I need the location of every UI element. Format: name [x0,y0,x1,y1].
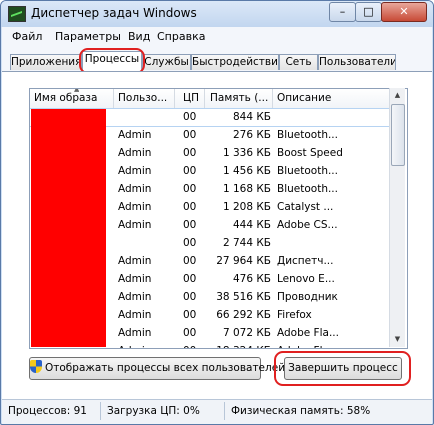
cell-user: Admin [118,309,152,321]
end-process-highlight-annotation [274,351,411,386]
cell-memory: 27 964 КБ [216,255,271,267]
sort-arrow-icon: ▲ [74,88,80,93]
cell-memory: 444 КБ [232,219,271,231]
cell-memory: 844 КБ [232,111,271,123]
uac-shield-icon [30,360,42,373]
status-processes: Процессов: 91 [8,405,87,417]
tab-network[interactable]: Сеть [279,54,318,70]
cell-description: Проводник [277,291,338,303]
cell-cpu: 00 [183,255,197,267]
cell-cpu: 00 [183,147,197,159]
window-title: Диспетчер задач Windows [31,6,197,20]
menu-file[interactable]: Файл [12,30,42,43]
menu-bar: Файл Параметры Вид Справка [2,27,432,46]
task-manager-window: Диспетчер задач Windows – □ ✕ Файл Парам… [0,0,434,425]
cell-cpu: 00 [183,183,197,195]
cell-memory: 1 168 КБ [222,183,271,195]
cell-memory: 66 292 КБ [216,309,271,321]
show-all-processes-label: Отображать процессы всех пользователей [45,362,286,374]
scroll-up-arrow-icon[interactable]: ▲ [390,88,405,103]
maximize-button[interactable]: □ [355,2,382,22]
cell-user: Admin [118,129,152,141]
cell-user: Admin [118,165,152,177]
cell-cpu: 00 [183,237,197,249]
close-button[interactable]: ✕ [381,2,427,22]
cell-description: Adobe CS... [277,219,338,231]
cell-cpu: 00 [183,291,197,303]
cell-user: Admin [118,327,152,339]
cell-description: Adobe Fla... [277,327,339,339]
cell-description: Bluetooth... [277,183,338,195]
task-manager-icon [8,6,26,22]
cell-cpu: 00 [183,111,197,123]
cell-user: Admin [118,201,152,213]
cell-cpu: 00 [183,129,197,141]
tab-strip: Приложения Процессы Службы Быстродействи… [2,46,432,72]
cell-user: Admin [118,219,152,231]
cell-description: Bluetooth... [277,129,338,141]
cell-description: Boost Speed [277,147,343,159]
cell-description: Bluetooth... [277,165,338,177]
tab-users[interactable]: Пользователи [318,54,396,70]
cell-memory: 7 072 КБ [222,327,271,339]
title-bar: Диспетчер задач Windows – □ ✕ [1,1,433,27]
cell-cpu: 00 [183,345,196,348]
column-user[interactable]: Пользо... [118,92,175,104]
menu-options[interactable]: Параметры [55,30,121,43]
cell-description: Firefox [277,309,312,321]
scroll-thumb[interactable] [391,104,405,166]
cell-user: Admin [118,291,152,303]
cell-description: Catalyst ... [277,201,334,213]
cell-cpu: 00 [183,309,197,321]
cell-memory: 1 456 КБ [222,165,271,177]
cell-memory: 18 324 КБ [213,345,271,348]
show-all-processes-button[interactable]: Отображать процессы всех пользователей [29,357,285,380]
cell-memory: 476 КБ [232,273,271,285]
cell-description: Lenovo E... [277,273,335,285]
cell-user: Admin [118,345,151,348]
redaction-block [31,109,106,347]
process-list-header: Имя образа ▲ Пользо... ЦП Память (... Оп… [30,89,395,109]
vertical-scrollbar[interactable]: ▲ ▼ [389,88,405,347]
cell-user: Admin [118,273,152,285]
tab-services[interactable]: Службы [142,54,191,70]
cell-memory: 276 КБ [232,129,271,141]
tab-applications[interactable]: Приложения [10,54,82,70]
cell-description: Adobe Fla... [277,345,339,348]
column-cpu[interactable]: ЦП [183,92,203,104]
status-bar: Процессов: 91 Загрузка ЦП: 0% Физическая… [2,399,432,424]
cell-memory: 1 336 КБ [222,147,271,159]
menu-view[interactable]: Вид [128,30,150,43]
column-image-name[interactable]: Имя образа [34,92,110,104]
cell-memory: 2 744 КБ [222,237,271,249]
cell-description: Диспетч... [277,255,334,267]
cell-memory: 1 208 КБ [222,201,271,213]
cell-cpu: 00 [183,273,197,285]
scroll-down-arrow-icon[interactable]: ▼ [390,332,405,347]
status-memory: Физическая память: 58% [231,405,371,417]
cell-cpu: 00 [183,219,197,231]
status-cpu: Загрузка ЦП: 0% [107,405,200,417]
cell-user: Admin [118,147,152,159]
column-memory[interactable]: Память (... [210,92,272,104]
minimize-button[interactable]: – [329,2,356,22]
cell-memory: 38 516 КБ [216,291,271,303]
cell-user: Admin [118,255,152,267]
cell-user: Admin [118,183,152,195]
tab-performance[interactable]: Быстродействие [191,54,279,70]
menu-help[interactable]: Справка [157,30,205,43]
cell-cpu: 00 [183,165,197,177]
column-description[interactable]: Описание [277,92,357,104]
cell-cpu: 00 [183,201,197,213]
cell-cpu: 00 [183,327,197,339]
